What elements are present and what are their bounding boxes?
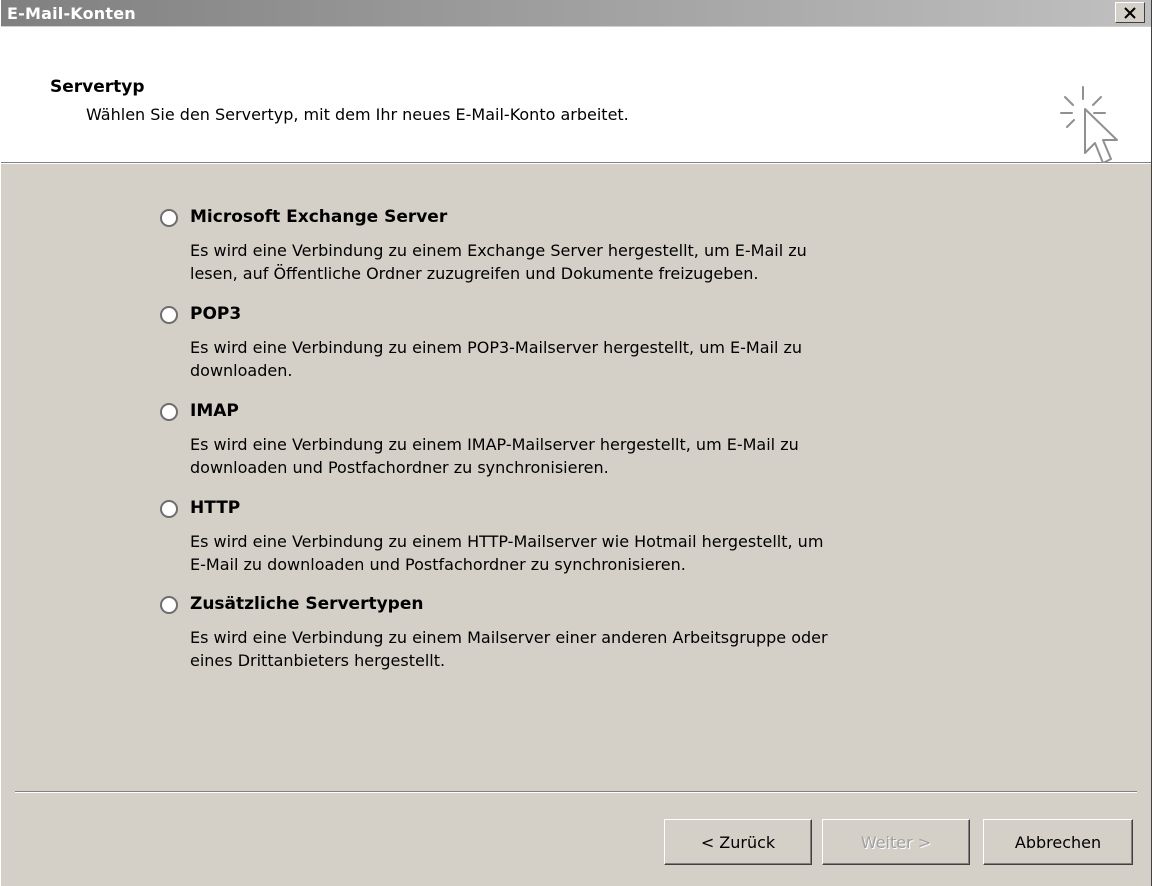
window-title: E-Mail-Konten (7, 4, 136, 23)
description-line: Es wird eine Verbindung zu einem Exchang… (190, 241, 807, 260)
option-pop3-description: Es wird eine Verbindung zu einem POP3-Ma… (190, 336, 990, 382)
description-line: Es wird eine Verbindung zu einem POP3-Ma… (190, 338, 803, 357)
description-line: eines Drittanbieters hergestellt. (190, 651, 446, 670)
option-http-label[interactable]: HTTP (190, 498, 240, 518)
title-bar[interactable]: E-Mail-Konten (1, 0, 1151, 26)
option-exchange-label[interactable]: Microsoft Exchange Server (190, 207, 447, 227)
description-line: downloaden. (190, 361, 293, 380)
description-line: Es wird eine Verbindung zu einem IMAP-Ma… (190, 435, 799, 454)
description-line: lesen, auf Öffentliche Ordner zuzugreife… (190, 264, 759, 283)
page-title: Servertyp (50, 77, 145, 97)
radio-exchange[interactable] (158, 207, 180, 229)
description-line: downloaden und Postfachordner zu synchro… (190, 458, 609, 477)
radio-pop3[interactable] (158, 304, 180, 326)
option-other-servers-label[interactable]: Zusätzliche Servertypen (190, 594, 423, 614)
next-button[interactable]: Weiter > (822, 819, 970, 865)
back-button[interactable]: < Zurück (664, 819, 812, 865)
option-imap-label[interactable]: IMAP (190, 401, 239, 421)
radio-imap[interactable] (158, 401, 180, 423)
option-imap-description: Es wird eine Verbindung zu einem IMAP-Ma… (190, 433, 990, 479)
close-button[interactable] (1115, 2, 1145, 23)
description-line: Es wird eine Verbindung zu einem Mailser… (190, 628, 828, 647)
email-accounts-dialog: E-Mail-Konten Servertyp Wählen Sie den S… (0, 0, 1152, 886)
option-http-description: Es wird eine Verbindung zu einem HTTP-Ma… (190, 530, 990, 576)
header-divider (1, 163, 1151, 164)
wizard-cursor-icon (1059, 85, 1131, 189)
option-exchange-description: Es wird eine Verbindung zu einem Exchang… (190, 239, 990, 285)
description-line: Es wird eine Verbindung zu einem HTTP-Ma… (190, 532, 824, 551)
radio-other-servers[interactable] (158, 594, 180, 616)
option-other-servers-description: Es wird eine Verbindung zu einem Mailser… (190, 626, 990, 672)
cancel-button[interactable]: Abbrechen (983, 819, 1133, 865)
radio-http[interactable] (158, 498, 180, 520)
description-line: E-Mail zu downloaden und Postfachordner … (190, 555, 686, 574)
option-pop3-label[interactable]: POP3 (190, 304, 241, 324)
page-subtitle: Wählen Sie den Servertyp, mit dem Ihr ne… (86, 105, 629, 124)
close-icon (1124, 6, 1136, 19)
wizard-header: Servertyp Wählen Sie den Servertyp, mit … (1, 27, 1151, 164)
footer-separator (15, 791, 1137, 793)
